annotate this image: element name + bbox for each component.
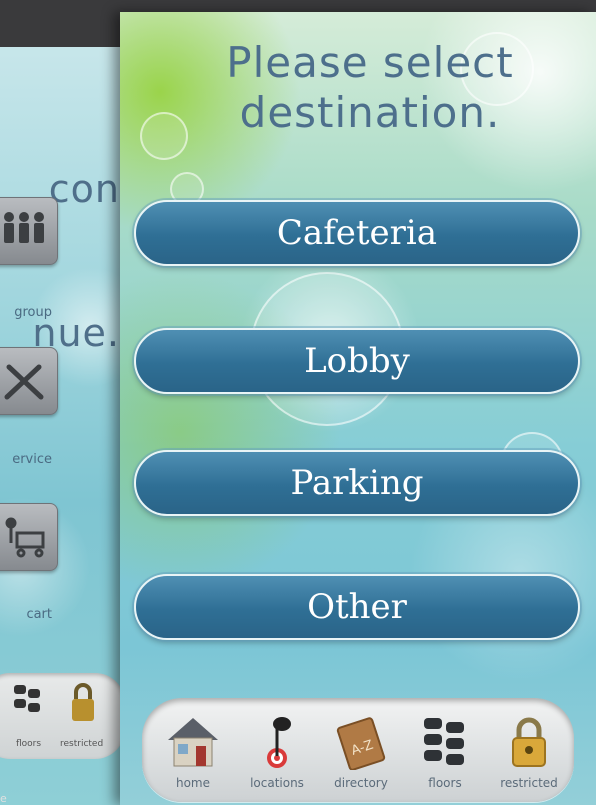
title-line-1: Please select: [226, 38, 514, 87]
dock-item-floors[interactable]: floors: [402, 704, 488, 800]
dock-label-locations: locations: [250, 776, 304, 790]
service-button[interactable]: [0, 347, 58, 415]
title-line-2: destination.: [239, 88, 501, 137]
cart-label: cart: [26, 607, 52, 622]
destination-screen: Please select destination. Cafeteria Lob…: [120, 12, 596, 805]
house-icon: [164, 704, 222, 770]
stray-character: e: [0, 792, 7, 805]
dock-label-directory: directory: [334, 776, 388, 790]
bottom-dock: home locations A-Z directory floors rest…: [142, 698, 574, 802]
floors-icon[interactable]: [12, 683, 42, 735]
service-label: ervice: [12, 452, 52, 467]
restricted-label: restricted: [60, 739, 104, 749]
dock-label-home: home: [175, 776, 211, 790]
floors-icon: [420, 704, 470, 770]
floors-label: floors: [16, 739, 42, 749]
dock-label-floors: floors: [428, 776, 462, 790]
cart-button[interactable]: [0, 503, 58, 571]
dock-item-home[interactable]: home: [150, 704, 236, 800]
previous-screen-dock: floors restricted: [0, 673, 125, 759]
page-title: Please select destination.: [180, 38, 560, 138]
group-label: group: [14, 305, 52, 320]
previous-screen: con nue. group ervice cart floors restri…: [0, 47, 128, 805]
tools-icon: [4, 364, 44, 400]
lobby-button[interactable]: Lobby: [134, 328, 580, 394]
dock-item-restricted[interactable]: restricted: [486, 704, 572, 800]
dock-item-locations[interactable]: locations: [234, 704, 320, 800]
a-z-book-icon: A-Z: [333, 704, 389, 770]
other-button[interactable]: Other: [134, 574, 580, 640]
people-icon: [4, 212, 44, 243]
parking-button[interactable]: Parking: [134, 450, 580, 516]
group-button[interactable]: [0, 197, 58, 265]
padlock-icon[interactable]: [68, 681, 98, 733]
map-pin-target-icon: [252, 704, 302, 770]
padlock-icon: [507, 704, 551, 770]
cart-icon: [5, 517, 45, 558]
dock-label-restricted: restricted: [500, 776, 558, 790]
cafeteria-button[interactable]: Cafeteria: [134, 200, 580, 266]
dock-item-directory[interactable]: A-Z directory: [318, 704, 404, 800]
